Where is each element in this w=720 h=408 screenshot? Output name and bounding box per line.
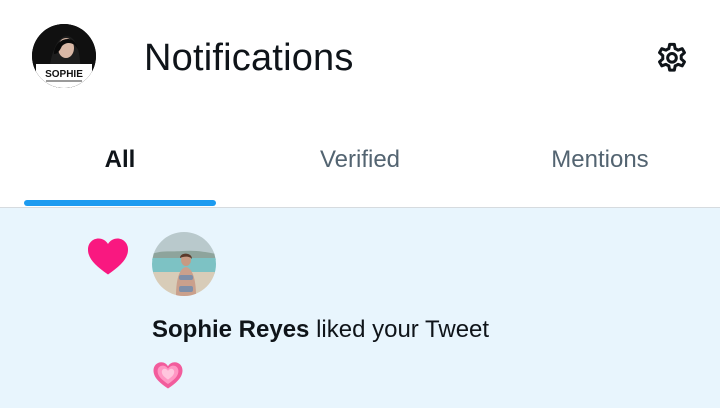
notifications-screen: SOPHIE Notifications All Verified Mentio… bbox=[0, 0, 720, 408]
profile-avatar-image: SOPHIE bbox=[32, 24, 96, 88]
tab-label: All bbox=[104, 146, 136, 173]
gear-icon bbox=[658, 42, 686, 72]
avatar-caption: SOPHIE bbox=[45, 69, 83, 80]
page-title: Notifications bbox=[144, 37, 354, 79]
tab-mentions[interactable]: Mentions bbox=[480, 118, 720, 207]
tab-bar: All Verified Mentions bbox=[0, 118, 720, 208]
notification-text: Sophie Reyes liked your Tweet bbox=[152, 314, 489, 346]
pink-heart-emoji bbox=[153, 362, 183, 389]
tab-verified[interactable]: Verified bbox=[240, 118, 480, 207]
header: SOPHIE Notifications bbox=[0, 0, 720, 118]
avatar[interactable]: SOPHIE bbox=[32, 24, 96, 88]
user-avatar-image bbox=[152, 232, 216, 296]
notification-action: liked your Tweet bbox=[309, 316, 490, 343]
heart-icon bbox=[88, 238, 128, 275]
notification-user-name[interactable]: Sophie Reyes bbox=[152, 316, 309, 343]
settings-button[interactable] bbox=[648, 34, 696, 82]
tab-all[interactable]: All bbox=[0, 118, 240, 207]
active-tab-indicator bbox=[24, 200, 216, 206]
tab-label: Verified bbox=[319, 146, 401, 173]
user-avatar[interactable] bbox=[152, 232, 216, 296]
tab-label: Mentions bbox=[551, 146, 649, 173]
